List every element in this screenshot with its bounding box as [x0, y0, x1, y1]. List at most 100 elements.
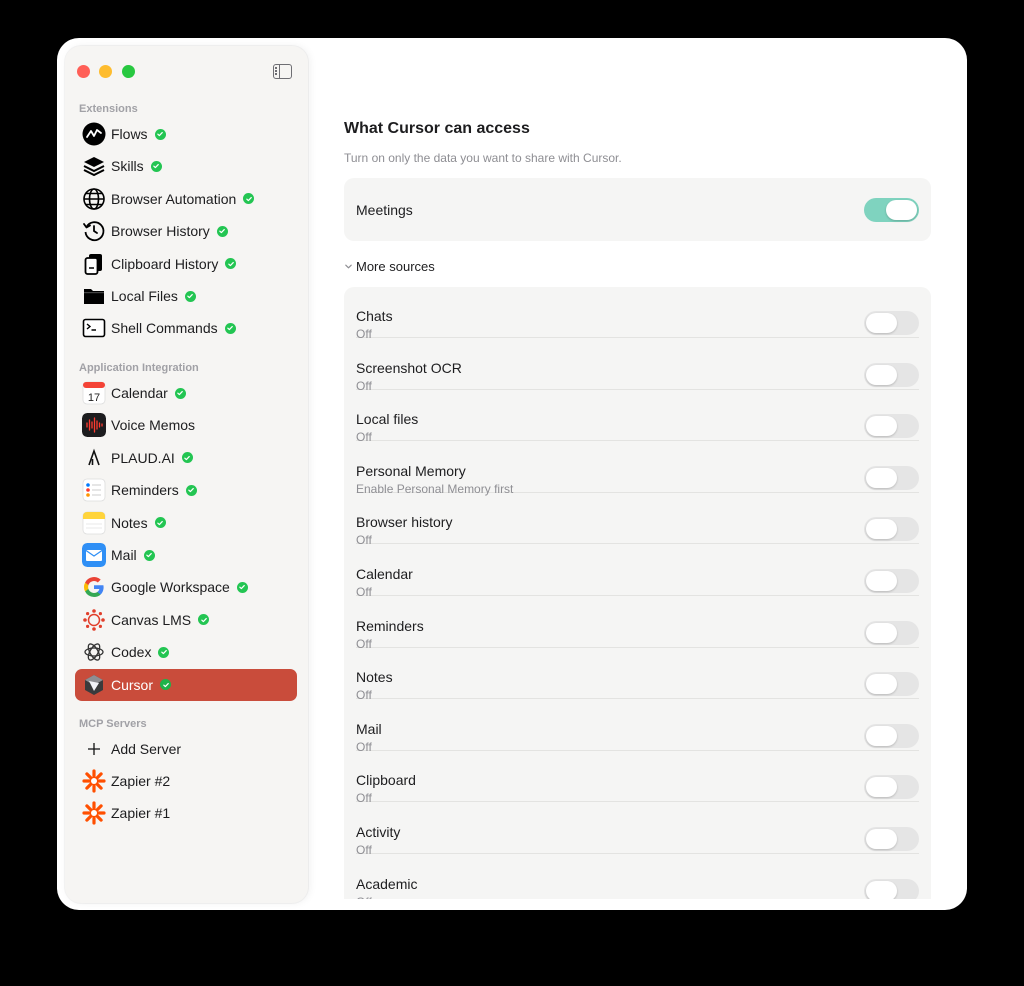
- source-row-mail: Mail Off: [356, 700, 919, 754]
- sidebar-item-clipboard-history[interactable]: Clipboard History: [75, 248, 297, 280]
- connected-check-icon: [243, 193, 255, 205]
- connected-check-icon: [160, 679, 172, 691]
- globe-icon: [82, 187, 106, 211]
- sidebar-item-label: Clipboard History: [111, 255, 219, 272]
- source-row-browser-history: Browser history Off: [356, 493, 919, 547]
- source-toggle-chats[interactable]: [864, 311, 919, 335]
- sidebar-item-local-files[interactable]: Local Files: [75, 280, 297, 312]
- notes-icon: [82, 511, 106, 535]
- zoom-window-button[interactable]: [122, 65, 135, 78]
- close-window-button[interactable]: [77, 65, 90, 78]
- sidebar-item-browser-history[interactable]: Browser History: [75, 215, 297, 247]
- sidebar-item-voice-memos[interactable]: Voice Memos: [75, 409, 297, 441]
- sidebar-item-reminders[interactable]: Reminders: [75, 474, 297, 506]
- toggle-knob: [866, 364, 897, 385]
- flows-icon: [82, 122, 106, 146]
- connected-check-icon: [236, 581, 248, 593]
- sidebar-item-codex[interactable]: Codex: [75, 636, 297, 668]
- sidebar-item-label: PLAUD.AI: [111, 449, 175, 466]
- sidebar-item-google-workspace[interactable]: Google Workspace: [75, 571, 297, 603]
- source-toggle-reminders[interactable]: [864, 620, 919, 645]
- source-row-reminders: Reminders Off: [356, 597, 919, 651]
- sidebar-item-browser-automation[interactable]: Browser Automation: [75, 183, 297, 215]
- sidebar-item-label: Reminders: [111, 482, 179, 499]
- source-row-personal-memory: Personal Memory Enable Personal Memory fi…: [356, 442, 919, 496]
- sidebar-item-label: Calendar: [111, 385, 168, 401]
- sidebar-item-label: Browser History: [111, 223, 210, 240]
- source-toggle-browser-history[interactable]: [864, 517, 919, 542]
- sidebar-item-label: Zapier #2: [111, 773, 171, 790]
- sidebar-item-zapier-1[interactable]: Zapier #1: [75, 797, 297, 829]
- zapier-icon: [82, 801, 106, 825]
- connected-check-icon: [216, 225, 228, 237]
- sidebar-item-cursor[interactable]: Cursor: [75, 668, 297, 701]
- chevron-down-icon: [345, 264, 352, 269]
- sidebar-item-plaud-ai[interactable]: PLAUD.AI: [75, 442, 297, 474]
- zapier-icon: [82, 769, 106, 793]
- sidebar-item-label: Voice Memos: [111, 417, 196, 434]
- connected-check-icon: [184, 290, 196, 302]
- source-row-activity: Activity Off: [356, 803, 919, 857]
- sidebar-item-label: Shell Commands: [111, 320, 218, 337]
- canvas-icon: [82, 608, 106, 632]
- plaud-icon: [82, 446, 106, 470]
- toggle-knob: [866, 674, 897, 695]
- sidebar-item-mail[interactable]: Mail: [75, 539, 297, 571]
- more-sources-label: More sources: [356, 259, 435, 274]
- source-toggle-calendar[interactable]: [864, 569, 919, 593]
- source-toggle-activity[interactable]: [864, 827, 919, 851]
- toggle-knob: [866, 622, 897, 643]
- calendar-icon: 17: [82, 381, 106, 405]
- sidebar-item-skills[interactable]: Skills: [75, 150, 297, 182]
- source-row-clipboard: Clipboard Off: [356, 751, 919, 805]
- toggle-knob: [866, 416, 897, 437]
- sidebar-item-calendar[interactable]: 17 Calendar: [75, 377, 297, 409]
- source-name: Browser history: [356, 514, 453, 531]
- sidebar-item-label: Add Server: [111, 741, 182, 757]
- sidebar: Extensions Flows Skills Browser Automation B…: [65, 46, 308, 903]
- meetings-toggle[interactable]: [864, 198, 919, 222]
- source-row-notes: Notes Off: [356, 648, 919, 702]
- section-label-mcp-servers: MCP Servers: [79, 718, 147, 730]
- source-toggle-screenshot-ocr[interactable]: [864, 362, 919, 387]
- connected-check-icon: [154, 128, 166, 140]
- source-toggle-academic[interactable]: [864, 878, 919, 899]
- sidebar-item-notes[interactable]: Notes: [75, 507, 297, 539]
- meetings-label: Meetings: [356, 202, 413, 218]
- minimize-window-button[interactable]: [99, 65, 112, 78]
- source-name: Mail: [356, 720, 382, 737]
- source-toggle-local-files[interactable]: [864, 414, 919, 439]
- sidebar-item-zapier-2[interactable]: Zapier #2: [75, 765, 297, 797]
- connected-check-icon: [174, 387, 186, 399]
- connected-check-icon: [143, 549, 155, 561]
- more-sources-disclosure[interactable]: More sources: [344, 259, 435, 274]
- cursor-icon: [82, 673, 106, 697]
- toggle-sidebar-icon[interactable]: [273, 64, 292, 79]
- app-window: Extensions Flows Skills Browser Automation B…: [57, 38, 967, 910]
- google-icon: [82, 575, 106, 599]
- codex-icon: [82, 640, 106, 664]
- sidebar-item-label: Cursor: [111, 676, 154, 693]
- sidebar-item-shell-commands[interactable]: Shell Commands: [75, 312, 297, 344]
- sidebar-item-add-server[interactable]: Add Server: [75, 733, 297, 765]
- source-name: Personal Memory: [356, 462, 466, 479]
- page-subtitle: Turn on only the data you want to share …: [344, 151, 622, 165]
- voice-memos-icon: [82, 413, 106, 438]
- source-toggle-personal-memory[interactable]: [864, 465, 919, 490]
- reminders-icon: [82, 478, 106, 502]
- sidebar-item-label: Flows: [111, 126, 148, 142]
- section-label-extensions: Extensions: [79, 103, 138, 115]
- skills-icon: [82, 154, 106, 178]
- source-name: Activity: [356, 824, 401, 840]
- sidebar-item-flows[interactable]: Flows: [75, 118, 297, 150]
- source-name: Notes: [356, 669, 393, 686]
- sidebar-item-label: Google Workspace: [111, 579, 230, 596]
- sidebar-item-canvas-lms[interactable]: Canvas LMS: [75, 604, 297, 636]
- connected-check-icon: [181, 452, 193, 464]
- terminal-icon: [82, 316, 106, 340]
- source-toggle-notes[interactable]: [864, 672, 919, 697]
- source-toggle-clipboard[interactable]: [864, 775, 919, 800]
- history-icon: [82, 219, 106, 243]
- connected-check-icon: [158, 646, 170, 658]
- source-toggle-mail[interactable]: [864, 723, 919, 748]
